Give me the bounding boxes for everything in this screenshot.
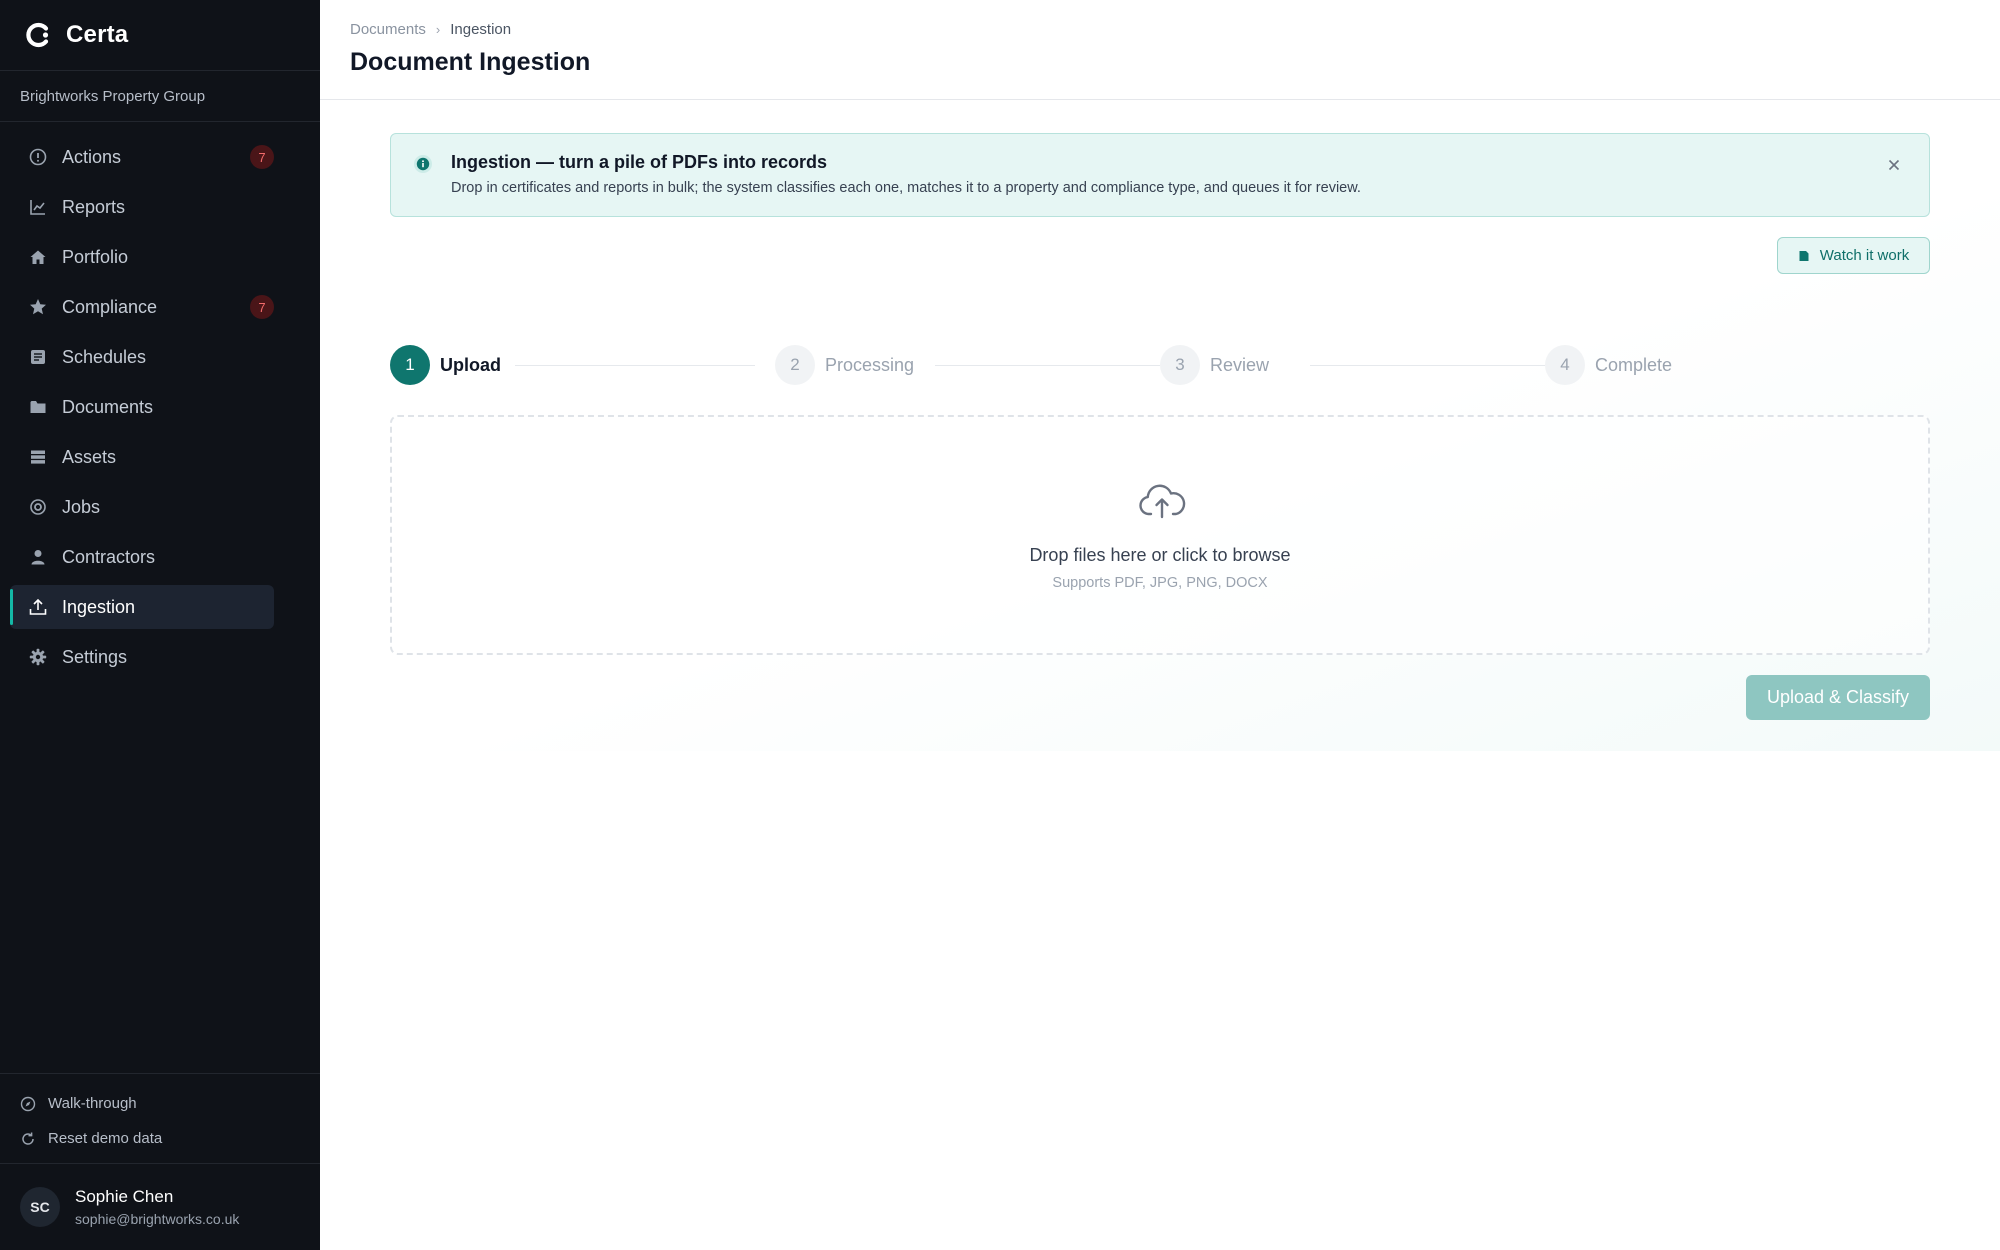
step-upload: 1 Upload [390,345,501,385]
user-profile[interactable]: SC Sophie Chen sophie@brightworks.co.uk [0,1163,320,1250]
step-review: 3 Review [1160,345,1269,385]
ingestion-content: Ingestion — turn a pile of PDFs into rec… [320,101,2000,751]
breadcrumb-current: Ingestion [450,21,512,38]
reset-demo-label: Reset demo data [48,1130,163,1147]
step-connector [935,365,1160,366]
refresh-icon [20,1131,36,1147]
count-badge: 7 [250,145,274,169]
step-number: 3 [1160,345,1200,385]
sidebar-item-portfolio[interactable]: Portfolio [10,235,274,279]
info-banner: Ingestion — turn a pile of PDFs into rec… [390,133,1930,217]
gear-icon [28,647,48,667]
watch-it-work-label: Watch it work [1819,247,1910,264]
upload-classify-button[interactable]: Upload & Classify [1746,675,1930,720]
sidebar-item-label: Contractors [62,546,156,567]
list-icon [28,347,48,367]
count-badge: 7 [250,295,274,319]
step-processing: 2 Processing [775,345,914,385]
file-dropzone[interactable]: Drop files here or click to browse Suppo… [390,415,1930,655]
sidebar-item-label: Actions [62,146,122,167]
watch-it-work-button[interactable]: Watch it work [1777,237,1930,274]
stack-icon [28,447,48,467]
star-icon [28,297,48,317]
target-icon [28,497,48,517]
home-icon [28,247,48,267]
sidebar: Certa Brightworks Property Group Actions… [0,0,320,1250]
sidebar-item-label: Schedules [62,346,147,367]
sidebar-item-label: Jobs [62,496,101,517]
main-area: Documents › Ingestion Document Ingestion… [320,0,2000,1250]
step-label: Complete [1595,354,1673,375]
sidebar-item-schedules[interactable]: Schedules [10,335,274,379]
sidebar-nav: Actions 7 Reports Portfolio Compliance 7 [0,122,320,679]
line-chart-icon [28,197,48,217]
sidebar-item-ingestion[interactable]: Ingestion [10,585,274,629]
breadcrumb: Documents › Ingestion [350,0,2000,38]
banner-text: Drop in certificates and reports in bulk… [451,180,1361,196]
sidebar-footer: Walk-through Reset demo data [0,1073,320,1156]
stepper: 1 Upload 2 Processing 3 Review 4 Complet… [390,345,1930,385]
sidebar-item-label: Portfolio [62,246,129,267]
brand[interactable]: Certa [0,0,320,71]
dropzone-text: Drop files here or click to browse [1029,545,1291,565]
step-label: Processing [825,354,915,375]
banner-title: Ingestion — turn a pile of PDFs into rec… [451,152,828,172]
step-complete: 4 Complete [1545,345,1672,385]
step-label: Upload [440,354,501,375]
sidebar-item-reports[interactable]: Reports [10,185,274,229]
avatar: SC [20,1187,60,1227]
page-title: Document Ingestion [350,48,591,76]
organization-name[interactable]: Brightworks Property Group [0,71,320,122]
certa-logo-icon [26,22,49,48]
reset-demo-link[interactable]: Reset demo data [0,1121,320,1156]
upload-icon [28,597,48,617]
sidebar-item-label: Ingestion [62,596,136,617]
folder-icon [28,397,48,417]
sidebar-item-settings[interactable]: Settings [10,635,274,679]
walkthrough-label: Walk-through [48,1095,137,1112]
sidebar-item-assets[interactable]: Assets [10,435,274,479]
chevron-right-icon: › [435,22,441,37]
step-number: 2 [775,345,815,385]
sidebar-item-actions[interactable]: Actions 7 [10,135,274,179]
step-connector [515,365,755,366]
cloud-upload-icon [1139,484,1186,519]
alert-circle-icon [28,147,48,167]
step-label: Review [1210,354,1270,375]
step-number: 1 [390,345,430,385]
sidebar-item-label: Settings [62,646,128,667]
play-book-icon [1799,250,1809,261]
breadcrumb-documents[interactable]: Documents [350,21,426,38]
sidebar-item-contractors[interactable]: Contractors [10,535,274,579]
walkthrough-link[interactable]: Walk-through [0,1086,320,1121]
page-header: Documents › Ingestion Document Ingestion [320,0,2000,100]
info-icon [414,155,432,173]
user-name: Sophie Chen [75,1187,174,1206]
sidebar-item-label: Assets [62,446,117,467]
close-icon[interactable] [1885,156,1903,174]
step-number: 4 [1545,345,1585,385]
sidebar-item-jobs[interactable]: Jobs [10,485,274,529]
sidebar-item-label: Documents [62,396,154,417]
sidebar-item-compliance[interactable]: Compliance 7 [10,285,274,329]
compass-icon [20,1096,36,1112]
dropzone-subtext: Supports PDF, JPG, PNG, DOCX [1052,575,1268,591]
sidebar-item-label: Reports [62,196,126,217]
app-name: Certa [66,21,129,48]
user-icon [28,547,48,567]
user-email: sophie@brightworks.co.uk [75,1211,240,1227]
sidebar-item-documents[interactable]: Documents [10,385,274,429]
step-connector [1310,365,1545,366]
sidebar-item-label: Compliance [62,296,158,317]
